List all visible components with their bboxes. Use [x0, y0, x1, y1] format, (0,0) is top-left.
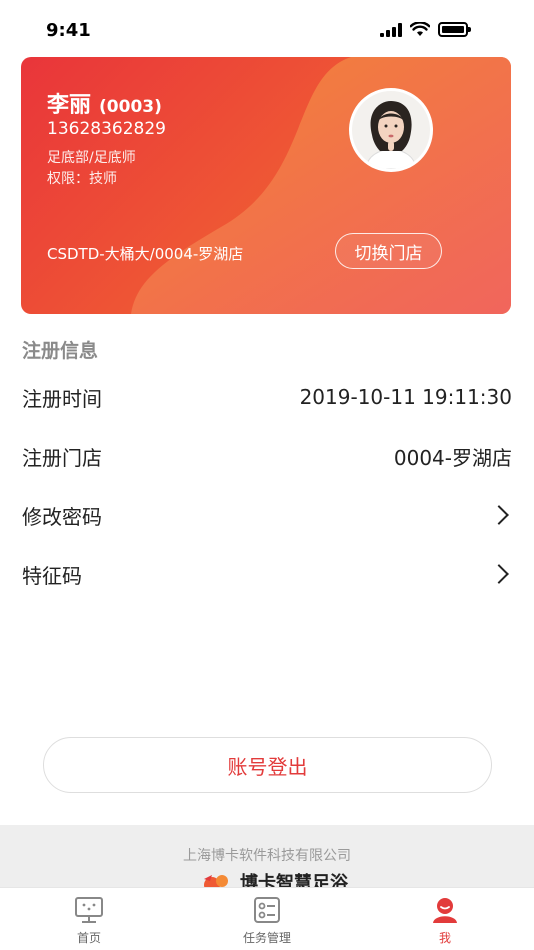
battery-icon	[438, 22, 471, 37]
user-name: 李丽	[47, 93, 92, 118]
tab-me[interactable]: 我	[356, 888, 534, 950]
user-permission: 权限：技师	[47, 171, 117, 187]
registration-time-value: 2019-10-11 19:11:30	[299, 385, 512, 409]
feature-code-label: 特征码	[22, 563, 82, 588]
signal-icon	[380, 22, 402, 37]
tab-home[interactable]: 首页	[0, 888, 178, 950]
screen: 9:41 李丽 (0003) 13628362829 足底部/足底师 权限：技师…	[0, 0, 534, 950]
user-id: (0003)	[99, 97, 162, 117]
tab-bar: 首页 任务管理 我	[0, 887, 534, 950]
brand-name: 博卡智慧足浴	[240, 873, 348, 887]
company-name: 上海博卡软件科技有限公司	[183, 848, 351, 864]
chevron-right-icon	[489, 505, 509, 525]
user-department: 足底部/足底师	[47, 150, 136, 166]
feature-code-row[interactable]: 特征码	[22, 554, 512, 594]
chevron-right-icon	[489, 564, 509, 584]
tab-home-label: 首页	[76, 931, 101, 945]
user-name-row: 李丽 (0003)	[47, 87, 162, 119]
wifi-icon	[410, 22, 430, 36]
status-time: 9:41	[46, 20, 91, 41]
user-icon	[433, 898, 457, 923]
footer-band: 上海博卡软件科技有限公司 博卡智慧足浴	[0, 825, 534, 887]
current-store: CSDTD-大桶大/0004-罗湖店	[47, 245, 244, 263]
tab-me-label: 我	[438, 931, 451, 945]
registration-store-label: 注册门店	[22, 445, 102, 470]
brand-row: 博卡智慧足浴	[200, 869, 348, 887]
tab-task-management-label: 任务管理	[242, 931, 291, 945]
change-password-label: 修改密码	[22, 504, 102, 529]
registration-store-value: 0004-罗湖店	[393, 445, 512, 470]
monitor-icon	[75, 897, 103, 923]
tab-task-management[interactable]: 任务管理	[178, 888, 356, 950]
registration-time-row: 注册时间 2019-10-11 19:11:30	[22, 377, 512, 417]
status-icons	[380, 22, 471, 37]
task-list-icon	[254, 897, 280, 923]
status-bar: 9:41	[0, 0, 534, 56]
avatar[interactable]	[349, 88, 433, 172]
person-avatar-icon	[352, 91, 430, 169]
registration-store-row: 注册门店 0004-罗湖店	[22, 436, 512, 476]
switch-store-button[interactable]: 切换门店	[335, 233, 442, 269]
profile-card: 李丽 (0003) 13628362829 足底部/足底师 权限：技师 CSDT…	[21, 57, 511, 314]
user-phone: 13628362829	[47, 119, 166, 139]
brand-logo-icon	[204, 875, 228, 887]
registration-time-label: 注册时间	[22, 386, 102, 411]
change-password-row[interactable]: 修改密码	[22, 495, 512, 535]
section-title: 注册信息	[22, 340, 99, 362]
logout-button[interactable]: 账号登出	[43, 737, 492, 793]
